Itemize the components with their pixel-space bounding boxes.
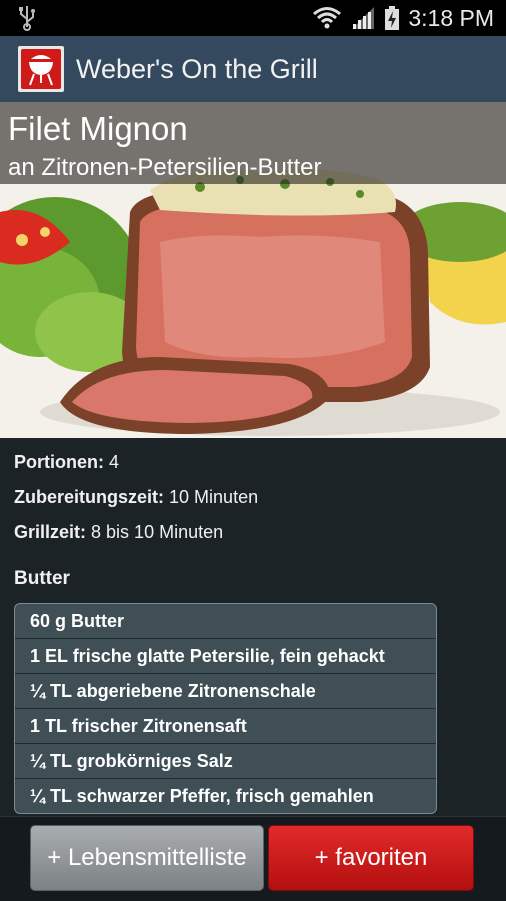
recipe-title: Filet Mignon — [8, 110, 188, 147]
signal-icon — [352, 7, 375, 29]
action-bar: Weber's On the Grill — [0, 36, 506, 102]
info-label: Portionen: — [14, 452, 104, 472]
recipe-photo: Filet Mignon an Zitronen-Petersilien-But… — [0, 102, 506, 438]
app-title: Weber's On the Grill — [76, 54, 318, 84]
section-title: Butter — [14, 568, 70, 589]
clock: 3:18 PM — [408, 4, 494, 31]
info-grill-time: Grillzeit: 8 bis 10 Minuten — [14, 522, 223, 543]
usb-icon — [19, 6, 35, 31]
recipe-subtitle: an Zitronen-Petersilien-Butter — [8, 154, 322, 181]
list-item[interactable]: 1 EL frische glatte Petersilie, fein geh… — [15, 638, 436, 673]
list-item[interactable]: ¼ TL schwarzer Pfeffer, frisch gemahlen — [15, 778, 436, 813]
grill-icon[interactable] — [18, 46, 64, 92]
add-to-shopping-list-button[interactable]: + Lebensmittelliste — [30, 825, 264, 891]
list-item[interactable]: 1 TL frischer Zitronensaft — [15, 708, 436, 743]
ingredient-list: 60 g Butter 1 EL frische glatte Petersil… — [14, 603, 437, 814]
list-item[interactable]: 60 g Butter — [15, 604, 436, 638]
status-bar: 3:18 PM — [0, 0, 506, 36]
add-to-favorites-button[interactable]: + favoriten — [268, 825, 474, 891]
info-label: Zubereitungszeit: — [14, 487, 165, 507]
battery-icon — [385, 6, 400, 30]
info-value: 4 — [109, 452, 120, 472]
bottom-action-bar: + Lebensmittelliste + favoriten — [0, 816, 506, 901]
wifi-icon — [313, 7, 342, 29]
info-servings: Portionen: 4 — [14, 452, 119, 473]
info-value: 10 Minuten — [169, 487, 259, 507]
info-label: Grillzeit: — [14, 522, 87, 542]
list-item[interactable]: ¼ TL grobkörniges Salz — [15, 743, 436, 778]
info-value: 8 bis 10 Minuten — [91, 522, 224, 542]
list-item[interactable]: ¼ TL abgeriebene Zitronenschale — [15, 673, 436, 708]
info-prep-time: Zubereitungszeit: 10 Minuten — [14, 487, 258, 508]
